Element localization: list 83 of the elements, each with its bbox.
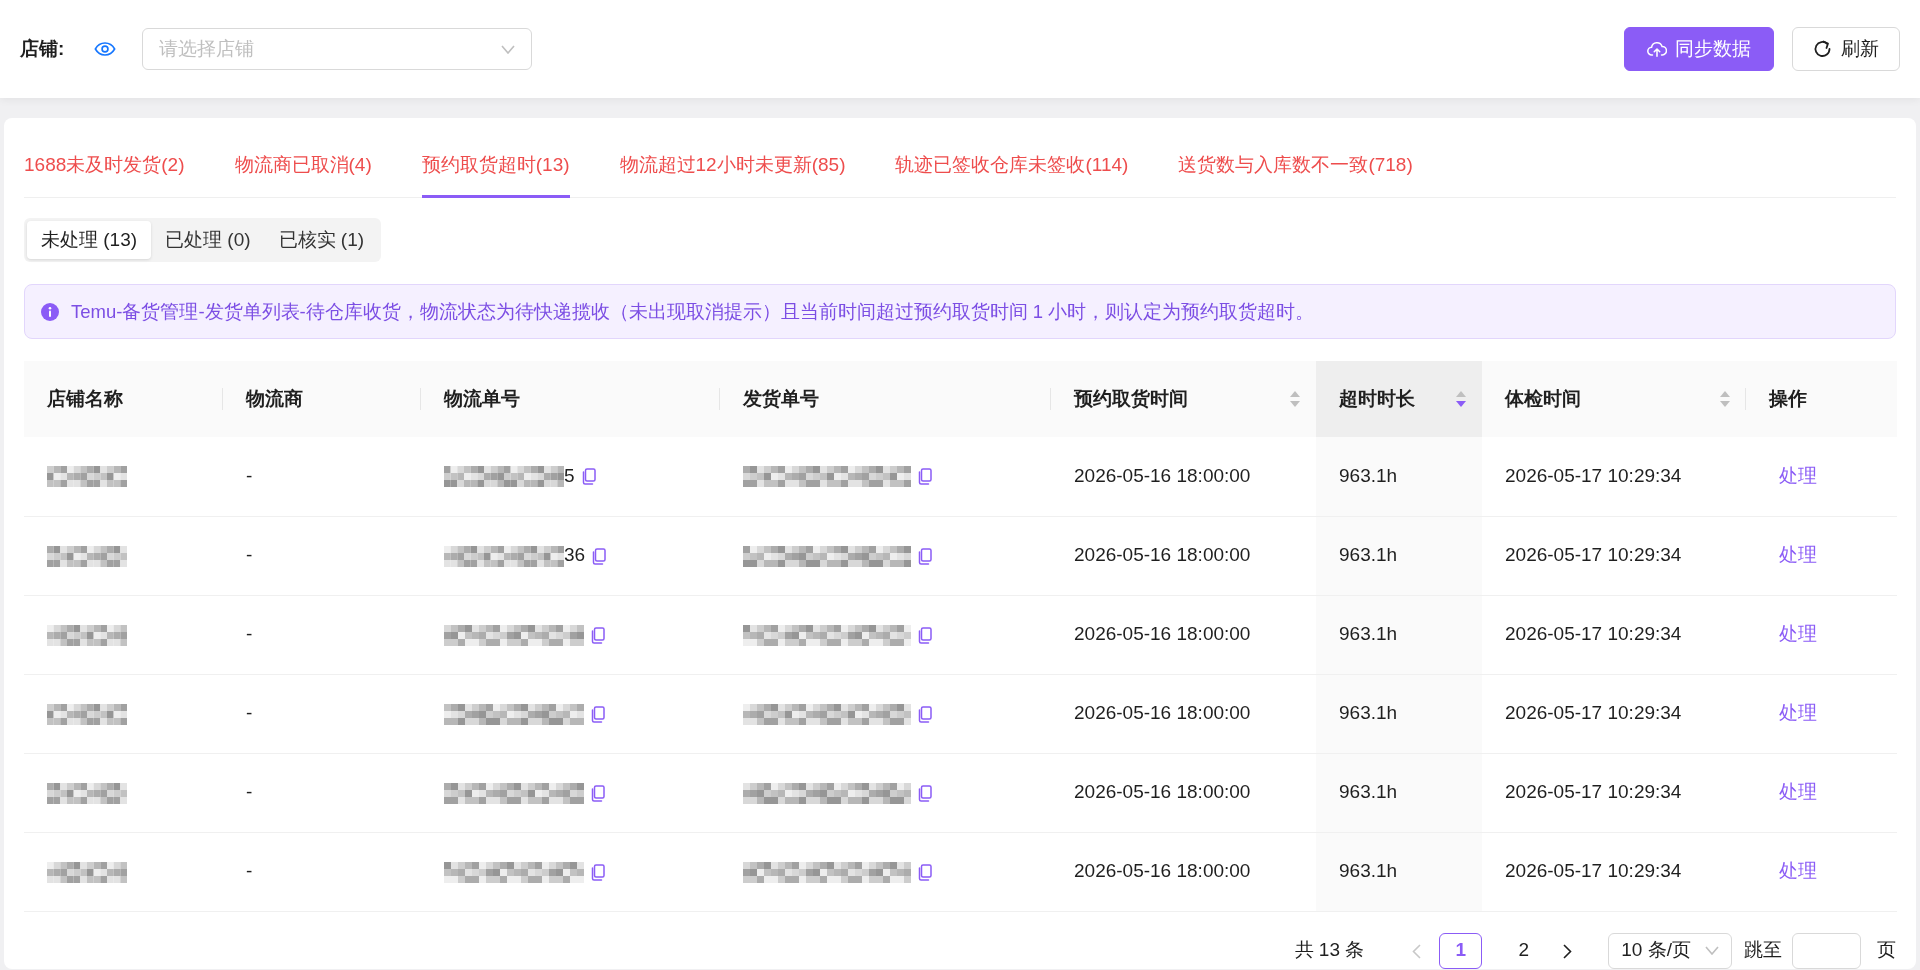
copy-icon[interactable] bbox=[590, 784, 605, 802]
copy-icon[interactable] bbox=[917, 547, 932, 565]
store-label: 店铺: bbox=[20, 36, 65, 61]
chevron-down-icon bbox=[1705, 946, 1719, 955]
copy-icon[interactable] bbox=[917, 705, 932, 723]
carrier-text: - bbox=[246, 623, 253, 645]
carrier-text: - bbox=[246, 702, 253, 724]
sort-icon[interactable] bbox=[1456, 391, 1466, 407]
copy-icon[interactable] bbox=[590, 705, 605, 723]
copy-icon[interactable] bbox=[917, 784, 932, 802]
column-header: 体检时间 bbox=[1505, 386, 1581, 411]
status-segment[interactable]: 未处理 (13) bbox=[27, 221, 152, 259]
column-header: 物流商 bbox=[246, 386, 303, 411]
category-tab[interactable]: 1688未及时发货(2) bbox=[24, 118, 185, 198]
category-tab[interactable]: 物流超过12小时未更新(85) bbox=[619, 118, 846, 198]
page-suffix: 页 bbox=[1877, 938, 1896, 963]
sortable-column-header[interactable]: 体检时间 bbox=[1482, 361, 1746, 437]
page-jump-input[interactable] bbox=[1792, 932, 1861, 969]
pickup-time: 2026-05-16 18:00:00 bbox=[1074, 623, 1251, 645]
overdue-duration: 963.1h bbox=[1339, 702, 1398, 724]
column-header: 超时时长 bbox=[1339, 386, 1415, 411]
check-time: 2026-05-17 10:29:34 bbox=[1505, 781, 1682, 803]
category-tab[interactable]: 预约取货超时(13) bbox=[421, 118, 570, 198]
info-icon bbox=[41, 302, 59, 321]
check-time: 2026-05-17 10:29:34 bbox=[1505, 702, 1682, 724]
refresh-button[interactable]: 刷新 bbox=[1792, 27, 1900, 71]
process-link[interactable]: 处理 bbox=[1769, 702, 1827, 724]
process-link[interactable]: 处理 bbox=[1769, 623, 1827, 645]
check-time: 2026-05-17 10:29:34 bbox=[1505, 465, 1682, 486]
process-link[interactable]: 处理 bbox=[1769, 860, 1827, 882]
sync-data-button[interactable]: 同步数据 bbox=[1624, 27, 1774, 71]
pickup-time: 2026-05-16 18:00:00 bbox=[1074, 465, 1251, 486]
process-link[interactable]: 处理 bbox=[1769, 465, 1827, 486]
pickup-time: 2026-05-16 18:00:00 bbox=[1074, 860, 1251, 882]
eye-icon[interactable] bbox=[94, 41, 117, 57]
chevron-right-icon bbox=[1563, 943, 1573, 959]
overdue-duration: 963.1h bbox=[1339, 623, 1398, 645]
carrier-text: - bbox=[246, 465, 253, 486]
process-link[interactable]: 处理 bbox=[1769, 781, 1827, 803]
column-header: 店铺名称 bbox=[47, 386, 123, 411]
copy-icon[interactable] bbox=[590, 863, 605, 881]
carrier-text: - bbox=[246, 781, 253, 803]
check-time: 2026-05-17 10:29:34 bbox=[1505, 860, 1682, 882]
category-tab[interactable]: 送货数与入库数不一致(718) bbox=[1178, 118, 1413, 198]
alert-text: Temu-备货管理-发货单列表-待仓库收货，物流状态为待快递揽收（未出现取消提示）且当前时间超过预约取货时间 1 小时，则认定为预约取货超时。 bbox=[71, 299, 1315, 324]
sortable-column-header[interactable]: 超时时长 bbox=[1316, 361, 1482, 437]
page-button[interactable]: 2 bbox=[1502, 932, 1546, 969]
tracking-number-tail: 36 bbox=[564, 544, 586, 566]
overdue-duration: 963.1h bbox=[1339, 781, 1398, 803]
copy-icon[interactable] bbox=[580, 468, 596, 486]
copy-icon[interactable] bbox=[917, 863, 932, 881]
copy-icon[interactable] bbox=[917, 626, 932, 644]
overdue-duration: 963.1h bbox=[1339, 860, 1398, 882]
chevron-down-icon bbox=[501, 44, 516, 54]
check-time: 2026-05-17 10:29:34 bbox=[1505, 623, 1682, 645]
jump-label: 跳至 bbox=[1744, 938, 1782, 963]
cloud-upload-icon bbox=[1647, 40, 1667, 58]
page-size-select[interactable]: 10 条/页 bbox=[1608, 932, 1732, 969]
status-segment[interactable]: 已核实 (1) bbox=[264, 221, 379, 259]
sortable-column-header[interactable]: 预约取货时间 bbox=[1051, 361, 1316, 437]
column-header: 操作 bbox=[1769, 386, 1807, 411]
column-header: 发货单号 bbox=[743, 386, 819, 411]
refresh-icon bbox=[1813, 40, 1833, 58]
carrier-text: - bbox=[246, 860, 253, 882]
status-segment[interactable]: 已处理 (0) bbox=[151, 221, 265, 259]
pickup-time: 2026-05-16 18:00:00 bbox=[1074, 781, 1251, 803]
total-count: 共 13 条 bbox=[1294, 938, 1365, 963]
pickup-time: 2026-05-16 18:00:00 bbox=[1074, 702, 1251, 724]
process-link[interactable]: 处理 bbox=[1769, 544, 1827, 566]
overdue-duration: 963.1h bbox=[1339, 465, 1398, 486]
copy-icon[interactable] bbox=[590, 626, 605, 644]
copy-icon[interactable] bbox=[917, 468, 932, 486]
tracking-number-tail: 5 bbox=[564, 465, 575, 486]
column-header: 物流单号 bbox=[444, 386, 520, 411]
page-button[interactable]: 1 bbox=[1439, 932, 1483, 969]
copy-icon[interactable] bbox=[591, 547, 607, 565]
column-header: 预约取货时间 bbox=[1074, 386, 1188, 411]
carrier-text: - bbox=[246, 544, 253, 566]
overdue-duration: 963.1h bbox=[1339, 544, 1398, 566]
check-time: 2026-05-17 10:29:34 bbox=[1505, 544, 1682, 566]
pickup-time: 2026-05-16 18:00:00 bbox=[1074, 544, 1251, 566]
category-tab[interactable]: 轨迹已签收仓库未签收(114) bbox=[895, 118, 1129, 198]
category-tab[interactable]: 物流商已取消(4) bbox=[234, 118, 372, 198]
